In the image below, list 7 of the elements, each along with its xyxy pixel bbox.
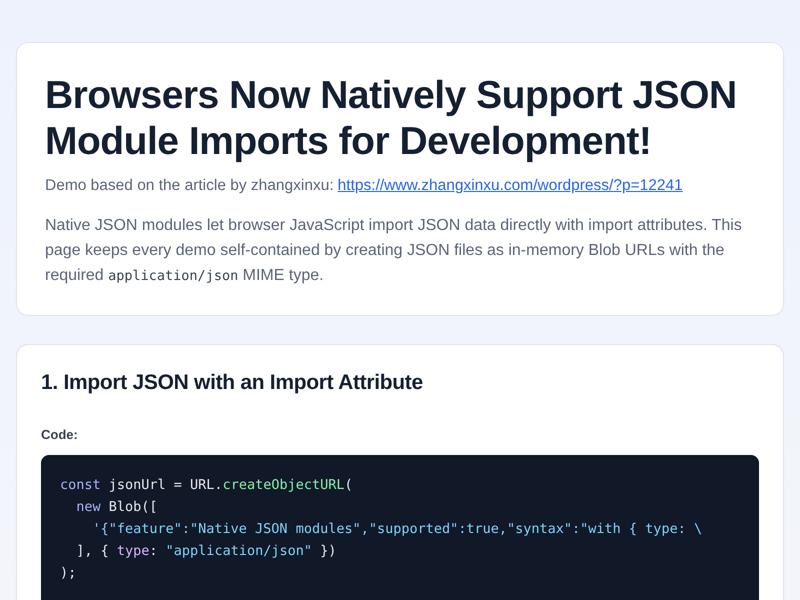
intro-paragraph: Native JSON modules let browser JavaScript import JSON data directly with import attributes. This page keeps every demo self-contained by creating JSON files as in-memory Blob URLs with the required application/json MIME type. — [45, 216, 743, 286]
page-title: Browsers Now Natively Support JSON Module Imports for Development! — [45, 73, 738, 165]
credit-text: Demo based on the article by zhangxinxu: — [45, 176, 334, 196]
section-heading: 1. Import JSON with an Import Attribute — [41, 370, 424, 396]
article-link[interactable]: https://www.zhangxinxu.com/wordpress/?p=12241 — [338, 175, 683, 197]
code-label: Code: — [41, 426, 79, 444]
code-block: const jsonUrl = URL.createObjectURL( new Blob([ '{"feature":"Native JSON modules","supported":true,"syntax":"with { type: \ ], { type: "application/json" }) ); — [41, 454, 759, 600]
